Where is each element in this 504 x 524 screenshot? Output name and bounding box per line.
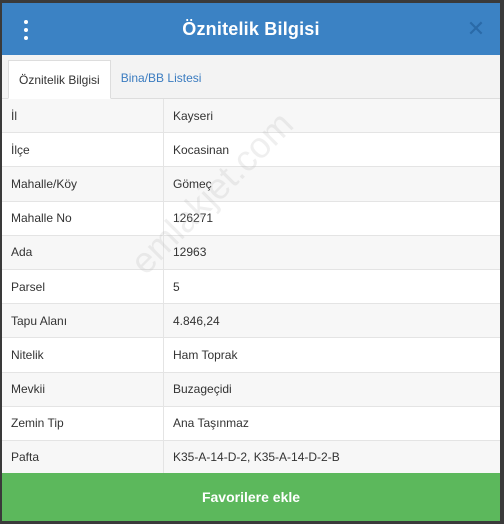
- row-value: Buzageçidi: [173, 382, 232, 397]
- row-label: İlçe: [2, 133, 164, 167]
- tab-building-list[interactable]: Bina/BB Listesi: [111, 59, 212, 98]
- row-value: Ana Taşınmaz: [173, 416, 249, 431]
- table-row: İlçe Kocasinan: [2, 133, 500, 168]
- row-value: Gömeç: [173, 176, 212, 191]
- attribute-info-modal: Öznitelik Bilgisi ✕ Öznitelik Bilgisi Bi…: [2, 3, 500, 521]
- table-row: Tapu Alanı 4.846,24: [2, 304, 500, 339]
- row-value: Kocasinan: [173, 142, 230, 157]
- row-label: Nitelik: [2, 338, 164, 372]
- table-row: Zemin Tip Ana Taşınmaz: [2, 406, 500, 441]
- tab-attribute-info[interactable]: Öznitelik Bilgisi: [8, 60, 111, 99]
- row-value: Ham Toprak: [173, 347, 238, 362]
- row-label: Mahalle No: [2, 201, 164, 235]
- table-row: Mevkii Buzageçidi: [2, 372, 500, 407]
- row-label: Ada: [2, 235, 164, 269]
- row-label: İl: [2, 99, 164, 133]
- row-label: Mahalle/Köy: [2, 167, 164, 201]
- row-value: 126271: [173, 211, 214, 226]
- table-row: Parsel 5: [2, 269, 500, 305]
- menu-dot: [24, 20, 28, 24]
- row-label: Parsel: [2, 269, 164, 304]
- close-icon[interactable]: ✕: [466, 16, 486, 42]
- kebab-menu-icon[interactable]: [20, 20, 32, 40]
- table-row: Pafta K35-A-14-D-2, K35-A-14-D-2-B: [2, 440, 500, 476]
- modal-header: Öznitelik Bilgisi ✕: [2, 3, 500, 55]
- table-row: Nitelik Ham Toprak: [2, 338, 500, 373]
- menu-dot: [24, 28, 28, 32]
- table-row: Mahalle No 126271: [2, 201, 500, 236]
- row-label: Pafta: [2, 440, 164, 475]
- table-row: Mahalle/Köy Gömeç: [2, 167, 500, 202]
- table-row: İl Kayseri: [2, 99, 500, 134]
- tab-bar: Öznitelik Bilgisi Bina/BB Listesi: [2, 55, 500, 99]
- attribute-table: İl Kayseri İlçe Kocasinan Mahalle/Köy Gö…: [2, 99, 500, 476]
- row-value: Kayseri: [173, 108, 214, 123]
- row-label: Tapu Alanı: [2, 304, 164, 338]
- menu-dot: [24, 36, 28, 40]
- row-value: K35-A-14-D-2, K35-A-14-D-2-B: [173, 450, 340, 465]
- row-label: Zemin Tip: [2, 406, 164, 440]
- row-value: 4.846,24: [173, 313, 220, 328]
- row-value: 5: [173, 279, 180, 294]
- row-label: Mevkii: [2, 372, 164, 406]
- add-to-favorites-button[interactable]: Favorilere ekle: [2, 473, 500, 521]
- row-value: 12963: [173, 245, 207, 260]
- table-row: Ada 12963: [2, 235, 500, 270]
- modal-title: Öznitelik Bilgisi: [182, 18, 320, 39]
